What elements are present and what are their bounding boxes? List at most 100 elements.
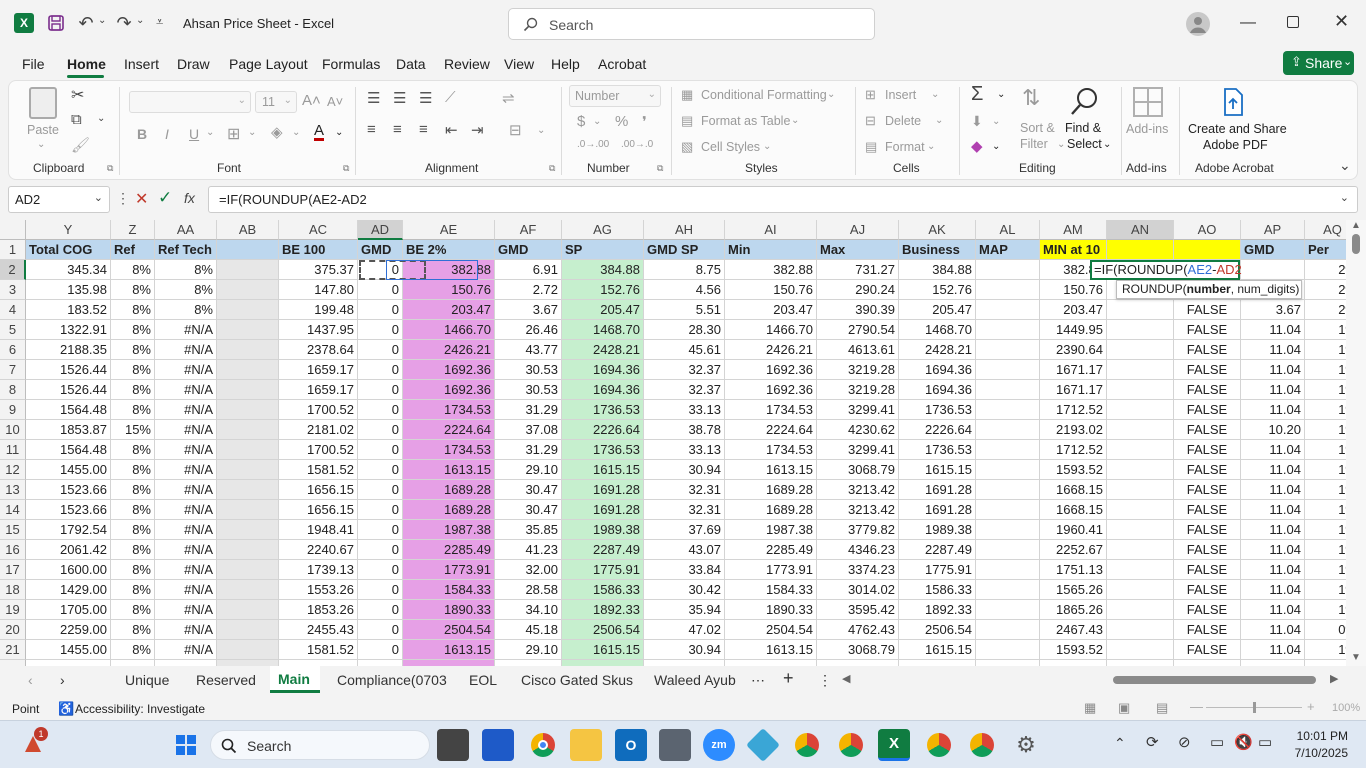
tab-review[interactable]: Review <box>444 56 490 72</box>
cell-ad-20[interactable]: 0 <box>358 620 403 640</box>
cell-ae-5[interactable]: 1466.70 <box>403 320 495 340</box>
cell-ai-8[interactable]: 1692.36 <box>725 380 817 400</box>
cell-ai-4[interactable]: 203.47 <box>725 300 817 320</box>
cell-aa-4[interactable]: 8% <box>155 300 217 320</box>
cell-am-17[interactable]: 1751.13 <box>1040 560 1107 580</box>
cell-ab-3[interactable] <box>217 280 279 300</box>
add-sheet-icon[interactable]: + <box>783 668 794 689</box>
cell-ab-21[interactable] <box>217 640 279 660</box>
cell-aa-11[interactable]: #N/A <box>155 440 217 460</box>
format-as-table-button[interactable]: Format as Table <box>701 114 790 128</box>
top-align-icon[interactable]: ☰ <box>367 89 380 107</box>
cell-am-5[interactable]: 1449.95 <box>1040 320 1107 340</box>
font-color-dropdown-icon[interactable]: ⌄ <box>335 127 343 138</box>
cell-aj-4[interactable]: 390.39 <box>817 300 899 320</box>
conditional-formatting-button[interactable]: Conditional Formatting <box>701 88 827 102</box>
cell-aa-20[interactable]: #N/A <box>155 620 217 640</box>
header-cell[interactable]: MAP <box>976 240 1040 260</box>
cell-ad-19[interactable]: 0 <box>358 600 403 620</box>
cell-ag-6[interactable]: 2428.21 <box>562 340 644 360</box>
cell-al-8[interactable] <box>976 380 1040 400</box>
cell-ao-4[interactable]: FALSE <box>1174 300 1241 320</box>
cell-y-5[interactable]: 1322.91 <box>26 320 111 340</box>
cell-aj-18[interactable]: 3014.02 <box>817 580 899 600</box>
cell-ac-8[interactable]: 1659.17 <box>279 380 358 400</box>
cell-ap-8[interactable]: 11.04 <box>1241 380 1305 400</box>
cell-aa-17[interactable]: #N/A <box>155 560 217 580</box>
cell-styles-button[interactable]: Cell Styles <box>701 140 760 154</box>
cell-ao-18[interactable]: FALSE <box>1174 580 1241 600</box>
column-header-al[interactable]: AL <box>976 220 1040 240</box>
display-icon[interactable]: ▭ <box>1210 733 1224 751</box>
horizontal-scroll-thumb[interactable] <box>1113 676 1316 684</box>
cell-ai-19[interactable]: 1890.33 <box>725 600 817 620</box>
cell-ab-2[interactable] <box>217 260 279 280</box>
cell-z-3[interactable]: 8% <box>111 280 155 300</box>
more-sheets-icon[interactable]: ⋯ <box>751 672 765 689</box>
cell-y-14[interactable]: 1523.66 <box>26 500 111 520</box>
cell-aa-10[interactable]: #N/A <box>155 420 217 440</box>
cell-ap-11[interactable]: 11.04 <box>1241 440 1305 460</box>
cell-ac-13[interactable]: 1656.15 <box>279 480 358 500</box>
add-ins-button[interactable]: Add-ins <box>1126 122 1168 136</box>
row-header[interactable]: 6 <box>0 340 26 360</box>
cell-ak-18[interactable]: 1586.33 <box>899 580 976 600</box>
cell-ap-5[interactable]: 11.04 <box>1241 320 1305 340</box>
cell-ae-19[interactable]: 1890.33 <box>403 600 495 620</box>
column-header-aa[interactable]: AA <box>155 220 217 240</box>
fill-color-icon[interactable]: ◈ <box>271 123 283 141</box>
column-header-af[interactable]: AF <box>495 220 562 240</box>
taskbar-date[interactable]: 7/10/2025 <box>1290 746 1348 760</box>
cell-ah-2[interactable]: 8.75 <box>644 260 725 280</box>
column-header-z[interactable]: Z <box>111 220 155 240</box>
cell-ah-3[interactable]: 4.56 <box>644 280 725 300</box>
tab-formulas[interactable]: Formulas <box>322 56 380 72</box>
cell-ag-9[interactable]: 1736.53 <box>562 400 644 420</box>
autosum-icon[interactable]: Σ <box>971 83 983 106</box>
increase-font-icon[interactable]: A˄ <box>302 92 321 109</box>
cell-ad-9[interactable]: 0 <box>358 400 403 420</box>
cell-ak-19[interactable]: 1892.33 <box>899 600 976 620</box>
row-header[interactable]: 21 <box>0 640 26 660</box>
cell-z-9[interactable]: 8% <box>111 400 155 420</box>
zoom-in-icon[interactable]: + <box>1307 699 1315 714</box>
cell-ao-5[interactable]: FALSE <box>1174 320 1241 340</box>
cell-ae-2[interactable]: 382.88 <box>403 260 495 280</box>
onedrive-sync-icon[interactable]: ⟳ <box>1146 733 1159 751</box>
column-header-ae[interactable]: AE <box>403 220 495 240</box>
cell-ag-15[interactable]: 1989.38 <box>562 520 644 540</box>
remote-desktop-icon[interactable] <box>746 728 780 762</box>
cell-al-18[interactable] <box>976 580 1040 600</box>
sheet-tab-compliance[interactable]: Compliance(0703 <box>337 672 447 688</box>
column-header-ac[interactable]: AC <box>279 220 358 240</box>
cell-ak-10[interactable]: 2226.64 <box>899 420 976 440</box>
cell-y-3[interactable]: 135.98 <box>26 280 111 300</box>
cell-ai-10[interactable]: 2224.64 <box>725 420 817 440</box>
cell-ad-7[interactable]: 0 <box>358 360 403 380</box>
cell-ac-12[interactable]: 1581.52 <box>279 460 358 480</box>
cell-ai-21[interactable]: 1613.15 <box>725 640 817 660</box>
cell-ae-17[interactable]: 1773.91 <box>403 560 495 580</box>
delete-cells-button[interactable]: Delete <box>885 114 921 128</box>
chrome-profile-3-icon[interactable] <box>923 729 955 761</box>
cell-al-4[interactable] <box>976 300 1040 320</box>
tab-view[interactable]: View <box>504 56 534 72</box>
row-header[interactable]: 19 <box>0 600 26 620</box>
cell-z-8[interactable]: 8% <box>111 380 155 400</box>
paste-icon[interactable] <box>29 87 57 119</box>
cell-ao-16[interactable]: FALSE <box>1174 540 1241 560</box>
cell-ae-16[interactable]: 2285.49 <box>403 540 495 560</box>
accessibility-status[interactable]: Accessibility: Investigate <box>75 702 205 716</box>
cell-ag-20[interactable]: 2506.54 <box>562 620 644 640</box>
cell-ac-5[interactable]: 1437.95 <box>279 320 358 340</box>
cell-al-10[interactable] <box>976 420 1040 440</box>
tab-data[interactable]: Data <box>396 56 426 72</box>
cell-aa-3[interactable]: 8% <box>155 280 217 300</box>
cell-af-6[interactable]: 43.77 <box>495 340 562 360</box>
middle-align-icon[interactable]: ☰ <box>393 89 406 107</box>
cell-ab-12[interactable] <box>217 460 279 480</box>
cell-aj-15[interactable]: 3779.82 <box>817 520 899 540</box>
cell-ad-10[interactable]: 0 <box>358 420 403 440</box>
cell-ac-16[interactable]: 2240.67 <box>279 540 358 560</box>
scroll-right-icon[interactable]: ▶ <box>1330 672 1338 685</box>
